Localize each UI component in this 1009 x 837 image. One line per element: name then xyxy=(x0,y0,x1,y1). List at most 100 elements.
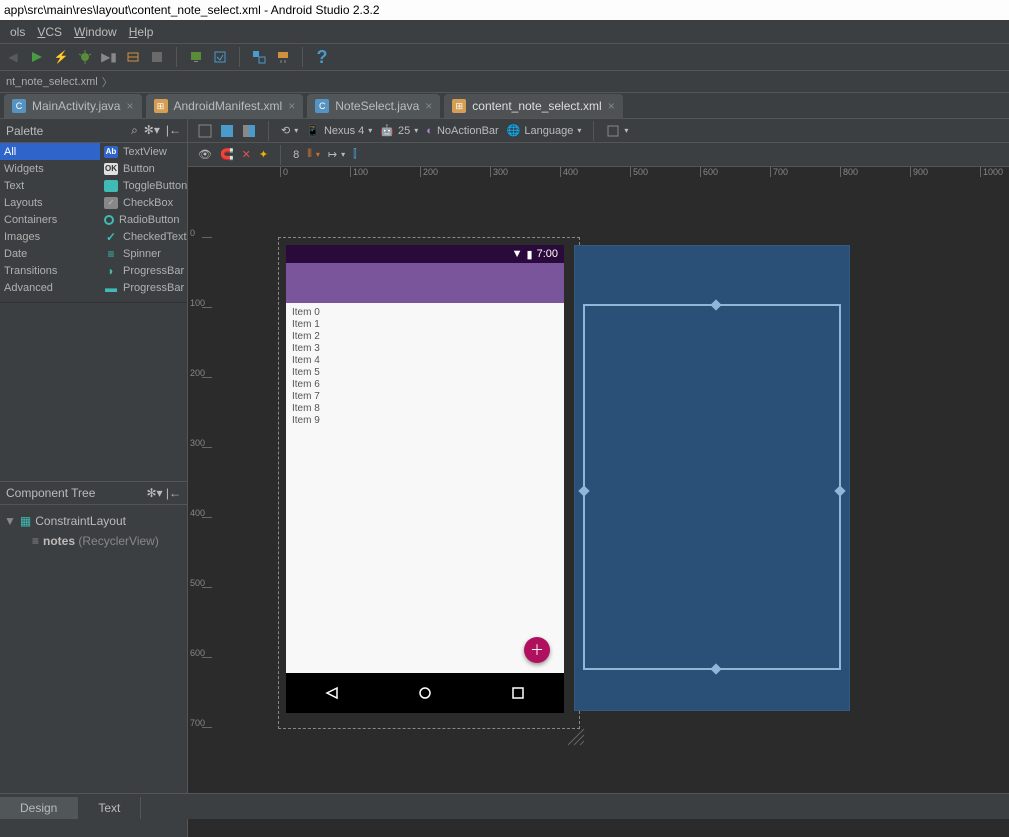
theme-picker[interactable]: ◐ NoActionBar xyxy=(426,125,498,137)
palette-cat-transitions[interactable]: Transitions xyxy=(0,262,100,279)
java-icon: C xyxy=(315,99,329,113)
language-picker[interactable]: 🌐 Language▾ xyxy=(507,124,582,137)
palette-cat-containers[interactable]: Containers xyxy=(0,211,100,228)
nav-recent-icon[interactable] xyxy=(511,686,525,700)
palette-cat-images[interactable]: Images xyxy=(0,228,100,245)
view-mode-blueprint[interactable] xyxy=(220,124,234,138)
clear-constraints-icon[interactable]: ✕ xyxy=(242,148,251,161)
menu-vcs[interactable]: VCS xyxy=(31,23,68,41)
device-preview[interactable]: ▼ ▮ 7:00 Item 0 Item 1 Item 2 Item 3 Ite… xyxy=(286,245,564,713)
tab-design[interactable]: Design xyxy=(0,797,78,819)
palette-header: Palette ⌕ ✻▾ |← xyxy=(0,119,187,143)
button-icon: OK xyxy=(104,163,118,175)
palette-spinner[interactable]: ≡Spinner xyxy=(100,245,187,262)
component-tree: ▼ ▦ ConstraintLayout ≡ notes (RecyclerVi… xyxy=(0,505,187,557)
palette-button[interactable]: OKButton xyxy=(100,160,187,177)
default-margin[interactable]: 8 xyxy=(293,149,299,161)
view-options-icon[interactable]: 👁 xyxy=(198,148,212,161)
status-bar: ▼ ▮ 7:00 xyxy=(286,245,564,263)
layout-inspector-icon[interactable] xyxy=(250,48,268,66)
help-icon[interactable]: ? xyxy=(313,48,331,66)
palette-cat-advanced[interactable]: Advanced xyxy=(0,279,100,296)
tree-expand-icon[interactable]: ▼ xyxy=(4,514,16,528)
align-icon[interactable]: ↦▾ xyxy=(328,148,345,161)
orientation-toggle[interactable]: ⟲▾ xyxy=(281,124,298,137)
menu-help[interactable]: Help xyxy=(123,23,160,41)
clock: 7:00 xyxy=(537,248,558,260)
list-item: Item 7 xyxy=(292,391,558,403)
tab-mainactivity[interactable]: C MainActivity.java × xyxy=(4,94,142,118)
textview-icon: Ab xyxy=(104,146,118,158)
pack-icon[interactable]: ⫴▾ xyxy=(307,148,320,161)
xml-icon: ⊞ xyxy=(154,99,168,113)
palette-textview[interactable]: AbTextView xyxy=(100,143,187,160)
palette-cat-widgets[interactable]: Widgets xyxy=(0,160,100,177)
guidelines-icon[interactable]: ⫿ xyxy=(353,148,357,161)
breadcrumb[interactable]: nt_note_select.xml〉 xyxy=(0,71,1009,93)
close-icon[interactable]: × xyxy=(425,99,432,113)
close-icon[interactable]: × xyxy=(608,99,615,113)
collapse-tree-icon[interactable]: |← xyxy=(166,486,181,500)
tab-manifest[interactable]: ⊞ AndroidManifest.xml × xyxy=(146,94,304,118)
back-icon[interactable]: ◀ xyxy=(4,48,22,66)
nav-home-icon[interactable] xyxy=(418,686,432,700)
tree-root[interactable]: ▼ ▦ ConstraintLayout xyxy=(4,511,183,531)
view-mode-both[interactable] xyxy=(242,124,256,138)
palette-progressbar-1[interactable]: ◗ProgressBar xyxy=(100,262,187,279)
list-item: Item 4 xyxy=(292,355,558,367)
search-icon[interactable]: ⌕ xyxy=(131,123,138,138)
view-mode-design[interactable] xyxy=(198,124,212,138)
resize-handle-top[interactable] xyxy=(710,299,721,310)
collapse-icon[interactable]: |← xyxy=(166,123,181,138)
tree-child-notes[interactable]: ≡ notes (RecyclerView) xyxy=(4,531,183,551)
magnet-icon[interactable]: 🧲 xyxy=(220,148,234,161)
resize-corner-icon[interactable] xyxy=(564,725,588,749)
tab-content-note-select[interactable]: ⊞ content_note_select.xml × xyxy=(444,94,622,118)
list-item: Item 3 xyxy=(292,343,558,355)
palette-progressbar-2[interactable]: ▬ProgressBar xyxy=(100,279,187,296)
resize-handle-left[interactable] xyxy=(578,485,589,496)
apply-changes-icon[interactable]: ⚡ xyxy=(52,48,70,66)
menu-window[interactable]: Window xyxy=(68,23,123,41)
infer-constraints-icon[interactable]: ✦ xyxy=(259,148,268,161)
palette-togglebutton[interactable]: ToggleButton xyxy=(100,177,187,194)
palette-checkedtextview[interactable]: ✓CheckedTextView xyxy=(100,228,187,245)
component-tree-header: Component Tree ✻▾ |← xyxy=(0,481,187,505)
stop-icon[interactable] xyxy=(148,48,166,66)
avd-icon[interactable] xyxy=(187,48,205,66)
debug-icon[interactable] xyxy=(76,48,94,66)
resize-handle-right[interactable] xyxy=(834,485,845,496)
plus-icon: ＋ xyxy=(530,640,544,660)
palette-checkbox[interactable]: ✓CheckBox xyxy=(100,194,187,211)
palette-cat-date[interactable]: Date xyxy=(0,245,100,262)
close-icon[interactable]: × xyxy=(126,99,133,113)
settings-palette-icon[interactable]: ✻▾ xyxy=(144,123,160,138)
attach-icon[interactable]: ▶▮ xyxy=(100,48,118,66)
resize-handle-bottom[interactable] xyxy=(710,663,721,674)
tab-noteselect[interactable]: C NoteSelect.java × xyxy=(307,94,440,118)
run-icon[interactable] xyxy=(28,48,46,66)
device-picker[interactable]: 📱 Nexus 4▾ xyxy=(306,124,372,137)
blueprint-preview[interactable] xyxy=(574,245,850,711)
nav-back-icon[interactable] xyxy=(325,686,339,700)
palette-cat-all[interactable]: All xyxy=(0,143,100,160)
theme-editor-icon[interactable] xyxy=(274,48,292,66)
sdk-icon[interactable] xyxy=(211,48,229,66)
variant-picker[interactable]: ▾ xyxy=(606,124,628,138)
close-icon[interactable]: × xyxy=(288,99,295,113)
settings-tree-icon[interactable]: ✻▾ xyxy=(146,486,162,500)
blueprint-selection[interactable] xyxy=(583,304,841,670)
tab-text[interactable]: Text xyxy=(78,797,141,819)
palette-cat-layouts[interactable]: Layouts xyxy=(0,194,100,211)
content-area[interactable]: Item 0 Item 1 Item 2 Item 3 Item 4 Item … xyxy=(286,303,564,673)
xml-icon: ⊞ xyxy=(452,99,466,113)
fab-add[interactable]: ＋ xyxy=(524,637,550,663)
palette-cat-text[interactable]: Text xyxy=(0,177,100,194)
menu-tools[interactable]: ols xyxy=(4,23,31,41)
design-canvas[interactable]: 01002003004005006007008009001000 0100200… xyxy=(188,167,1009,837)
progress-icon: ◗ xyxy=(104,265,118,277)
palette-radiobutton[interactable]: RadioButton xyxy=(100,211,187,228)
wifi-icon: ▼ xyxy=(512,248,523,260)
api-picker[interactable]: 🤖 25▾ xyxy=(380,124,418,137)
profile-icon[interactable] xyxy=(124,48,142,66)
